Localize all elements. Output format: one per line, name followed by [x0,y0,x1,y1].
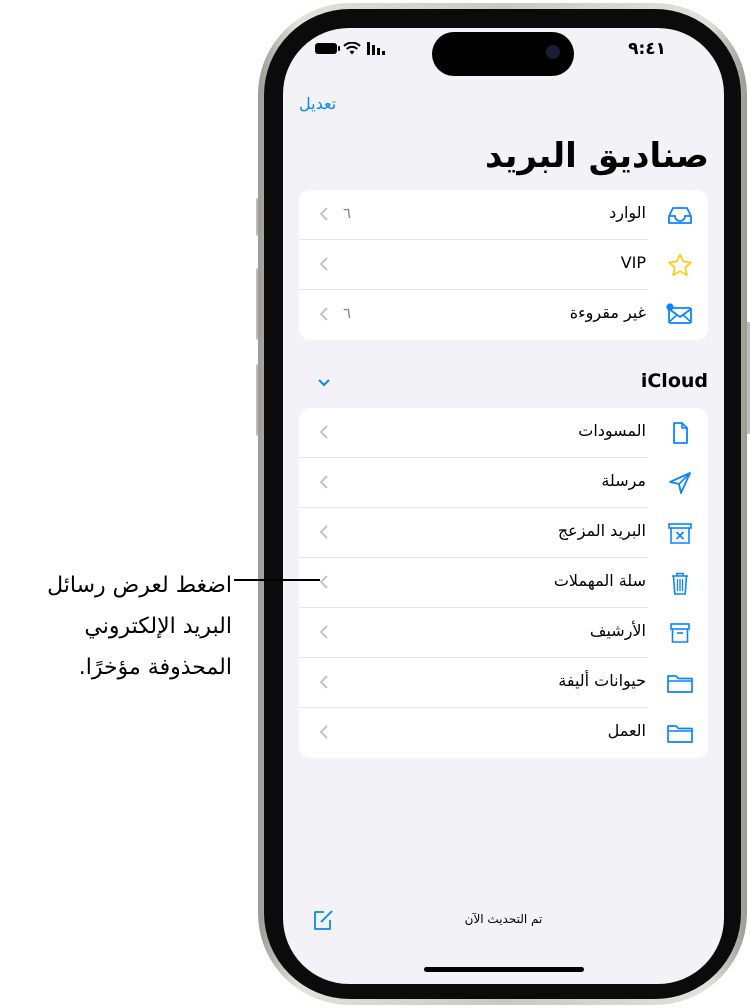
mailbox-label: غير مقروءة [569,303,646,322]
folder-row-archive[interactable]: الأرشيف [299,608,708,658]
unread-envelope-icon [666,303,692,324]
folder-label: الأرشيف [589,621,646,640]
folder-row-sent[interactable]: مرسلة [299,458,708,508]
callout-line [234,579,320,581]
folder-label: حيوانات أليفة [558,671,646,690]
mailbox-label: VIP [620,253,646,272]
wifi-icon [343,42,361,55]
draft-document-icon [673,422,688,444]
chevron-icon [319,257,328,271]
star-icon [668,253,692,276]
folder-label: مرسلة [601,471,646,490]
edit-button[interactable]: تعديل [299,94,336,113]
folder-icon [667,725,693,743]
mailbox-row-inbox[interactable]: الوارد ٦ [299,190,708,240]
folder-label: المسودات [578,421,646,440]
update-status-text: تم التحديث الآن [464,912,543,926]
battery-icon [315,43,340,54]
chevron-icon [319,307,328,321]
mailbox-row-unread[interactable]: غير مقروءة ٦ [299,290,708,340]
inbox-icon [668,207,692,224]
chevron-icon [319,675,328,689]
chevron-icon [319,475,328,489]
mailbox-row-vip[interactable]: VIP [299,240,708,290]
folder-label: سلة المهملات [553,571,646,590]
mailbox-count: ٦ [343,304,352,322]
trash-icon [672,572,688,595]
mailbox-label: الوارد [609,203,646,222]
chevron-icon [319,575,328,589]
chevron-icon [319,525,328,539]
chevron-icon [319,625,328,639]
home-indicator[interactable] [424,967,584,972]
status-time: ٩:٤١ [628,39,666,59]
paper-plane-icon [669,472,691,494]
folder-icon [667,675,693,693]
folder-label: البريد المزعج [557,521,646,540]
mailbox-count: ٦ [343,204,352,222]
cellular-signal-icon [367,42,385,55]
folder-row-drafts[interactable]: المسودات [299,408,708,458]
phone-screen: ٩:٤١ تعديل صناديق البريد الوارد ٦ VIP غي… [283,28,724,984]
status-icons [315,42,387,55]
folder-row-trash[interactable]: سلة المهملات [299,558,708,608]
chevron-down-icon[interactable] [317,378,331,388]
chevron-icon [319,207,328,221]
icloud-section-title[interactable]: iCloud [641,370,708,392]
mailboxes-group: الوارد ٦ VIP غير مقروءة ٦ [299,190,708,340]
chevron-icon [319,425,328,439]
chevron-icon [319,725,328,739]
folder-row-pets[interactable]: حيوانات أليفة [299,658,708,708]
page-title: صناديق البريد [484,136,709,176]
junk-bin-icon [668,523,692,544]
callout-text: اضغط لعرض رسائل البريد الإلكتروني المحذو… [47,573,232,680]
folder-row-junk[interactable]: البريد المزعج [299,508,708,558]
camera-icon [546,45,560,59]
folder-row-work[interactable]: العمل [299,708,708,758]
folder-label: العمل [607,721,646,740]
archive-box-icon [670,623,690,643]
icloud-folders-group: المسودات مرسلة البريد المزعج سلة المهملا… [299,408,708,758]
